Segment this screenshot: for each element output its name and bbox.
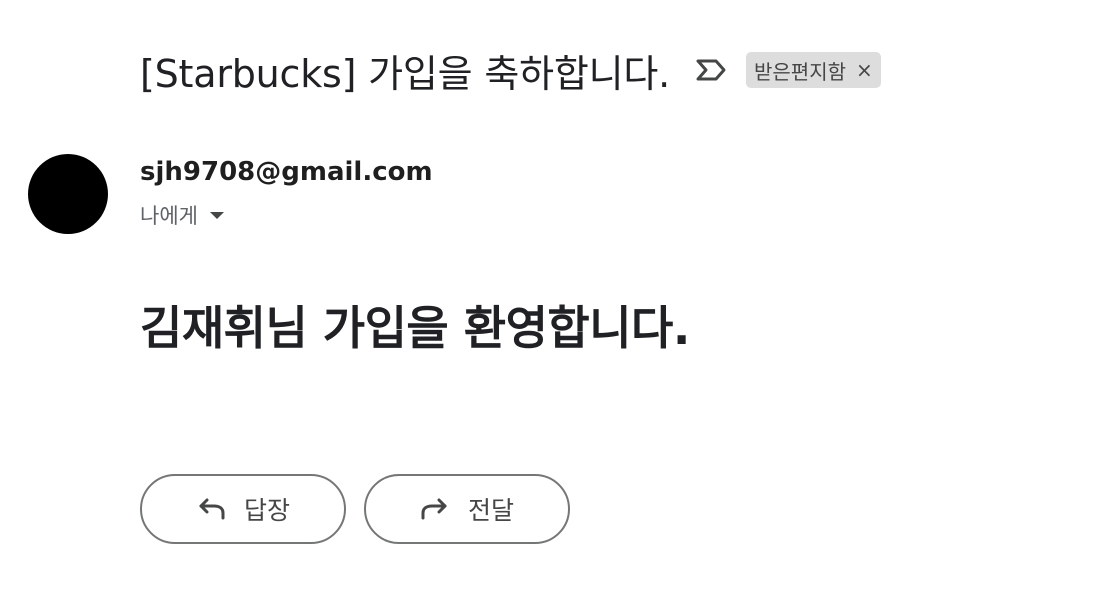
- caret-down-icon[interactable]: [208, 209, 226, 221]
- recipient-text: 나에게: [140, 204, 198, 228]
- forward-label: 전달: [467, 496, 514, 525]
- important-marker-icon[interactable]: [694, 57, 728, 83]
- email-subject: [Starbucks] 가입을 축하합니다.: [140, 51, 670, 96]
- label-chip-text: 받은편지함: [754, 59, 846, 84]
- email-view: [Starbucks] 가입을 축하합니다. 받은편지함 × sjh9708@g…: [0, 0, 1114, 590]
- recipient-details-toggle[interactable]: 나에게: [140, 200, 226, 230]
- reply-button[interactable]: 답장: [140, 474, 346, 544]
- reply-arrow-icon: [196, 497, 226, 521]
- reply-label: 답장: [243, 496, 290, 525]
- subject-row: [Starbucks] 가입을 축하합니다. 받은편지함 ×: [140, 44, 881, 96]
- inbox-label-chip: 받은편지함 ×: [746, 52, 881, 88]
- remove-label-icon[interactable]: ×: [856, 60, 873, 80]
- forward-button[interactable]: 전달: [364, 474, 570, 544]
- sender-email: sjh9708@gmail.com: [140, 157, 433, 187]
- message-heading: 김재휘님 가입을 환영합니다.: [140, 301, 690, 355]
- avatar[interactable]: [28, 154, 108, 234]
- forward-arrow-icon: [420, 497, 450, 521]
